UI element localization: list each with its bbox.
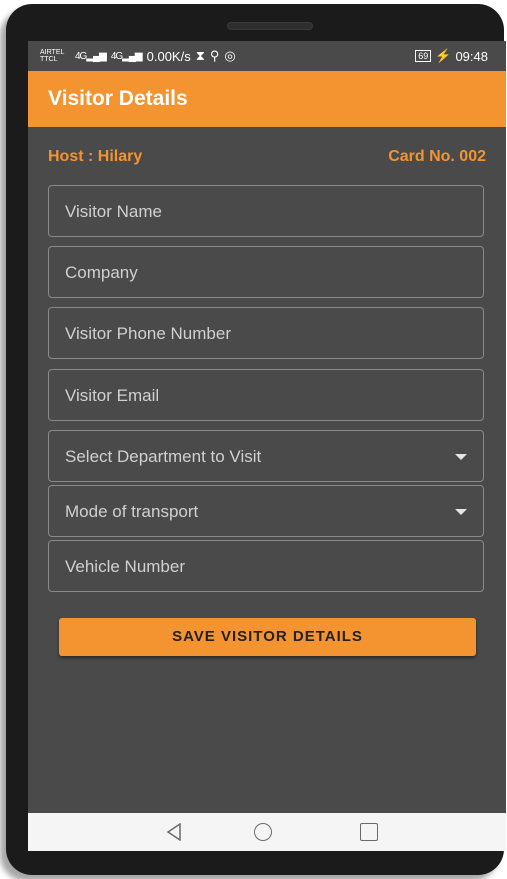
home-circle-icon[interactable]: [254, 823, 272, 841]
app-bar: Visitor Details: [28, 71, 506, 127]
hourglass-icon: ⧗: [195, 48, 205, 63]
speaker-grille: [227, 22, 313, 30]
dropdown-arrow-icon: [455, 454, 467, 460]
visitor-email-placeholder: Visitor Email: [65, 386, 160, 405]
company-placeholder: Company: [65, 263, 138, 282]
whatsapp-icon: ◎: [224, 48, 236, 63]
dropdown-arrow-icon: [455, 509, 467, 515]
network-speed: 0.00K/s: [146, 48, 191, 64]
navigation-bar: [28, 813, 506, 851]
visitor-name-field[interactable]: Visitor Name: [48, 185, 484, 237]
clock: 09:48: [455, 48, 488, 64]
signal-icon: 4G▂▄▆: [75, 50, 107, 62]
visitor-email-field[interactable]: Visitor Email: [48, 369, 484, 421]
signal-icon: 4G▂▄▆: [110, 50, 143, 62]
status-bar: AIRTEL TTCL 4G▂▄▆ 4G▂▄▆ 0.00K/s ⧗ ⚲ ◎ 69…: [28, 41, 506, 71]
vehicle-number-field[interactable]: Vehicle Number: [48, 540, 484, 592]
transport-placeholder: Mode of transport: [65, 502, 199, 521]
transport-select[interactable]: Mode of transport: [48, 485, 484, 537]
company-field[interactable]: Company: [48, 246, 484, 298]
visitor-name-placeholder: Visitor Name: [65, 202, 162, 221]
carrier-label: AIRTEL TTCL: [40, 49, 65, 63]
network-b-label: 4G: [110, 50, 123, 62]
charging-icon: ⚡: [435, 48, 452, 63]
status-right: 69 ⚡ 09:48: [415, 48, 488, 64]
vehicle-number-placeholder: Vehicle Number: [65, 557, 186, 576]
host-label: Host : Hilary: [48, 148, 143, 165]
save-visitor-button[interactable]: SAVE VISITOR DETAILS: [59, 618, 476, 656]
department-placeholder: Select Department to Visit: [65, 447, 262, 466]
phone-frame: AIRTEL TTCL 4G▂▄▆ 4G▂▄▆ 0.00K/s ⧗ ⚲ ◎ 69…: [6, 4, 506, 875]
visitor-phone-field[interactable]: Visitor Phone Number: [48, 307, 484, 359]
network-a-label: 4G: [75, 50, 87, 62]
status-left: AIRTEL TTCL 4G▂▄▆ 4G▂▄▆ 0.00K/s ⧗ ⚲ ◎: [40, 48, 236, 64]
page-title: Visitor Details: [48, 87, 188, 110]
recents-square-icon[interactable]: [360, 823, 378, 841]
usb-icon: ⚲: [209, 48, 220, 63]
card-number-label: Card No. 002: [388, 148, 486, 165]
screen: AIRTEL TTCL 4G▂▄▆ 4G▂▄▆ 0.00K/s ⧗ ⚲ ◎ 69…: [28, 41, 506, 851]
department-select[interactable]: Select Department to Visit: [48, 430, 484, 482]
battery-icon: 69: [415, 50, 432, 62]
visitor-phone-placeholder: Visitor Phone Number: [65, 324, 231, 343]
back-triangle-icon[interactable]: [166, 823, 182, 841]
info-row: Host : Hilary Card No. 002: [48, 148, 486, 170]
